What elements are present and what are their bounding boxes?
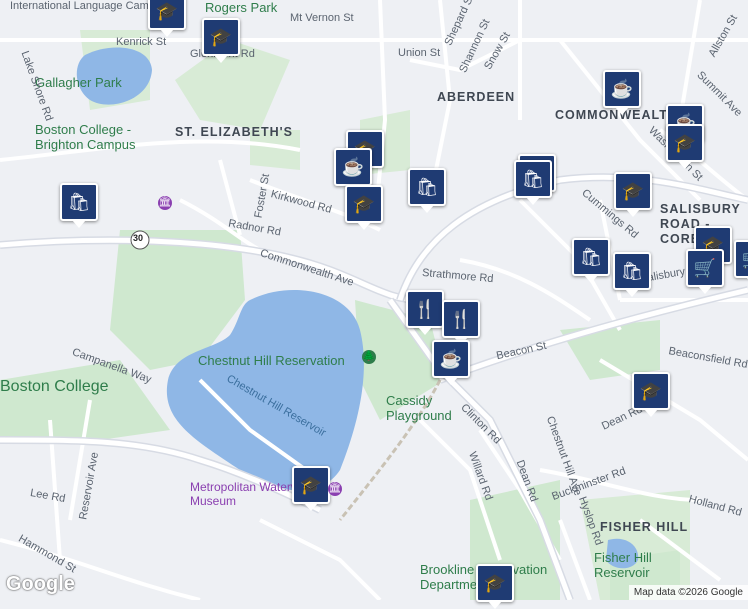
shopping-cart-icon[interactable]: 🛒 [734, 240, 748, 285]
museum-icon: 🏛 [158, 196, 172, 210]
shopping-cart-icon[interactable]: 🛒 [686, 249, 724, 294]
road-union-st: Union St [398, 47, 441, 59]
restaurant-icon[interactable]: 🍴 [406, 290, 444, 335]
school-icon[interactable]: 🎓 [476, 564, 514, 609]
label-aberdeen: ABERDEEN [437, 90, 516, 104]
label-st-elizabeths: ST. ELIZABETH'S [175, 125, 293, 139]
cafe-icon[interactable]: ☕ [432, 340, 470, 385]
label-intl-language-campus: International Language Campus [10, 0, 167, 12]
school-icon[interactable]: 🎓 [202, 18, 240, 63]
label-gallagher-park: Gallagher Park [35, 75, 122, 90]
cafe-icon[interactable]: ☕ [603, 70, 641, 115]
google-logo: Google [6, 573, 75, 595]
school-icon[interactable]: 🎓 [666, 124, 704, 169]
shopping-bag-icon[interactable]: 🛍 [613, 252, 651, 297]
map-attribution[interactable]: Map data ©2026 Google [628, 585, 748, 600]
road-mt-vernon-st: Mt Vernon St [290, 12, 354, 24]
shopping-bag-icon[interactable]: 🛍 [60, 183, 98, 228]
shopping-bag-icon[interactable]: 🛍 [572, 238, 610, 283]
shopping-bag-icon[interactable]: 🛍 [514, 160, 552, 205]
road-kenrick-st: Kenrick St [116, 36, 167, 48]
cafe-icon[interactable]: ☕ [334, 148, 372, 193]
label-fisher-hill: FISHER HILL [600, 520, 689, 534]
shopping-bag-icon[interactable]: 🛍 [408, 168, 446, 213]
label-chestnut-hill-reservation: Chestnut Hill Reservation [198, 353, 345, 368]
label-cassidy-playground: Cassidy Playground [386, 393, 452, 423]
museum-icon: 🏛 [328, 482, 342, 496]
school-icon[interactable]: 🎓 [614, 172, 652, 217]
label-fisher-hill-reservoir: Fisher Hill Reservoir [594, 550, 652, 580]
school-icon[interactable]: 🎓 [345, 185, 383, 230]
restaurant-icon[interactable]: 🍴 [442, 300, 480, 345]
label-salisbury: SALISBURY [660, 202, 741, 216]
label-bc-brighton: Boston College - Brighton Campus [35, 122, 136, 152]
label-rogers-park: Rogers Park [205, 0, 278, 15]
label-boston-college: Boston College [0, 378, 109, 395]
school-icon[interactable]: 🎓 [632, 372, 670, 417]
school-icon[interactable]: 🎓 [292, 466, 330, 511]
route-30-label: 30 [133, 233, 144, 243]
school-icon[interactable]: 🎓 [148, 0, 186, 37]
park-icon: 🌲 [362, 350, 376, 364]
